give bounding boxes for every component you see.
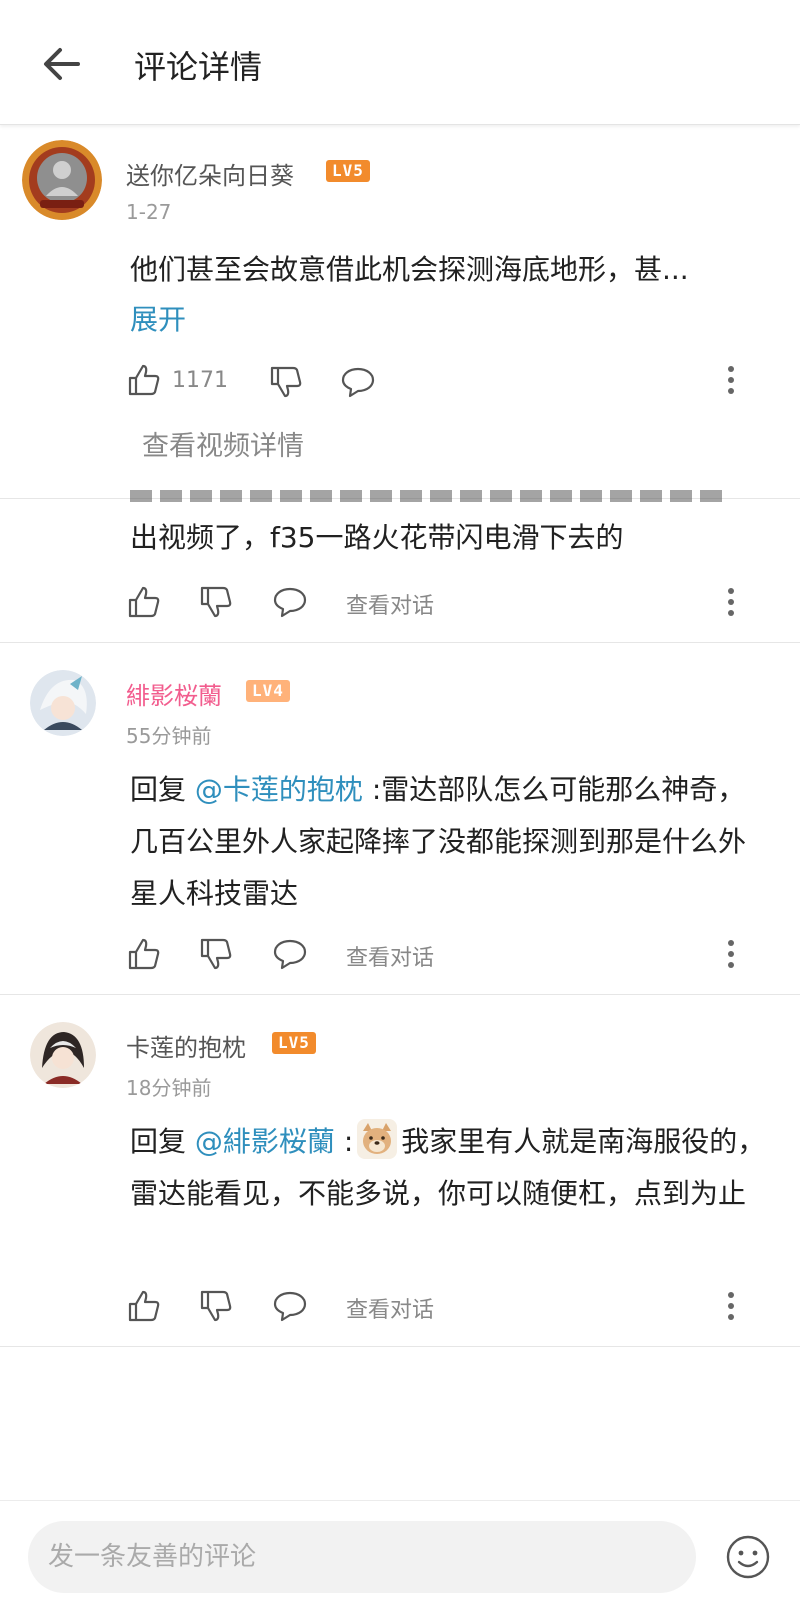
reply-bubble-icon[interactable]: [340, 364, 376, 400]
view-video-details-link[interactable]: 查看视频详情: [142, 424, 304, 463]
reply-text: 回复 @卡莲的抱枕 :雷达部队怎么可能那么神奇，几百公里外人家起降摔了没都能探测…: [130, 764, 770, 920]
level-badge: LV5: [326, 160, 370, 182]
comment-input[interactable]: [28, 1521, 696, 1593]
thumbs-up-icon[interactable]: [126, 584, 162, 620]
comment-time: 1-27: [126, 200, 172, 224]
username[interactable]: 緋影桜蘭: [126, 676, 222, 711]
more-options-icon[interactable]: [726, 938, 736, 970]
thumbs-down-icon[interactable]: [198, 936, 234, 972]
thumbs-up-icon[interactable]: [126, 936, 162, 972]
expand-link[interactable]: 展开: [130, 294, 186, 346]
comment-time: 18分钟前: [126, 1076, 212, 1100]
thumbs-up-icon[interactable]: [126, 362, 162, 398]
divider: [0, 994, 800, 995]
avatar[interactable]: [30, 670, 96, 736]
level-badge: LV4: [246, 680, 290, 702]
view-dialog-link[interactable]: 查看对话: [346, 588, 434, 620]
more-options-icon[interactable]: [726, 1290, 736, 1322]
avatar[interactable]: [30, 1022, 96, 1088]
reply-prefix: 回复: [130, 773, 195, 806]
level-badge: LV5: [272, 1032, 316, 1054]
back-arrow-icon[interactable]: [38, 40, 86, 88]
anime-avatar-icon: [30, 670, 96, 736]
top-bar: 评论详情: [0, 0, 800, 125]
view-dialog-link[interactable]: 查看对话: [346, 1292, 434, 1324]
mention-link[interactable]: @緋影桜蘭: [195, 1125, 335, 1158]
comment-input-bar: [0, 1500, 800, 1613]
reply-bubble-icon[interactable]: [272, 1288, 308, 1324]
comment-time: 55分钟前: [126, 724, 212, 748]
gryffindor-badge-icon: [22, 140, 102, 220]
clipped-text-fragment: [130, 490, 730, 504]
thumbs-down-icon[interactable]: [198, 1288, 234, 1324]
divider: [0, 642, 800, 643]
like-count: 1171: [172, 368, 228, 393]
username[interactable]: 送你亿朵向日葵: [126, 156, 294, 191]
reply-text: 回复 @緋影桜蘭 : 我家里有人就是南海服役的，雷达能看见，不能多说，你可以随便…: [130, 1116, 770, 1220]
reply-bubble-icon[interactable]: [272, 936, 308, 972]
divider: [0, 1346, 800, 1347]
more-options-icon[interactable]: [726, 586, 736, 618]
more-options-icon[interactable]: [726, 364, 736, 396]
anime-avatar-icon: [30, 1022, 96, 1088]
username[interactable]: 卡莲的抱枕: [126, 1028, 246, 1063]
view-dialog-link[interactable]: 查看对话: [346, 940, 434, 972]
page-title: 评论详情: [134, 48, 263, 86]
mention-link[interactable]: @卡莲的抱枕: [195, 773, 363, 806]
thumbs-down-icon[interactable]: [268, 364, 304, 400]
avatar[interactable]: [22, 140, 102, 220]
thumbs-down-icon[interactable]: [198, 584, 234, 620]
mention-suffix: :: [334, 1125, 354, 1158]
comment-text: 他们甚至会故意借此机会探测海底地形，甚...: [130, 253, 689, 286]
doge-emoji-icon: [357, 1119, 398, 1159]
emoji-picker-icon[interactable]: [724, 1533, 772, 1581]
thumbs-up-icon[interactable]: [126, 1288, 162, 1324]
reply-prefix: 回复: [130, 1125, 195, 1158]
reply-bubble-icon[interactable]: [272, 584, 308, 620]
reply-text: 出视频了，f35一路火花带闪电滑下去的: [130, 521, 624, 554]
